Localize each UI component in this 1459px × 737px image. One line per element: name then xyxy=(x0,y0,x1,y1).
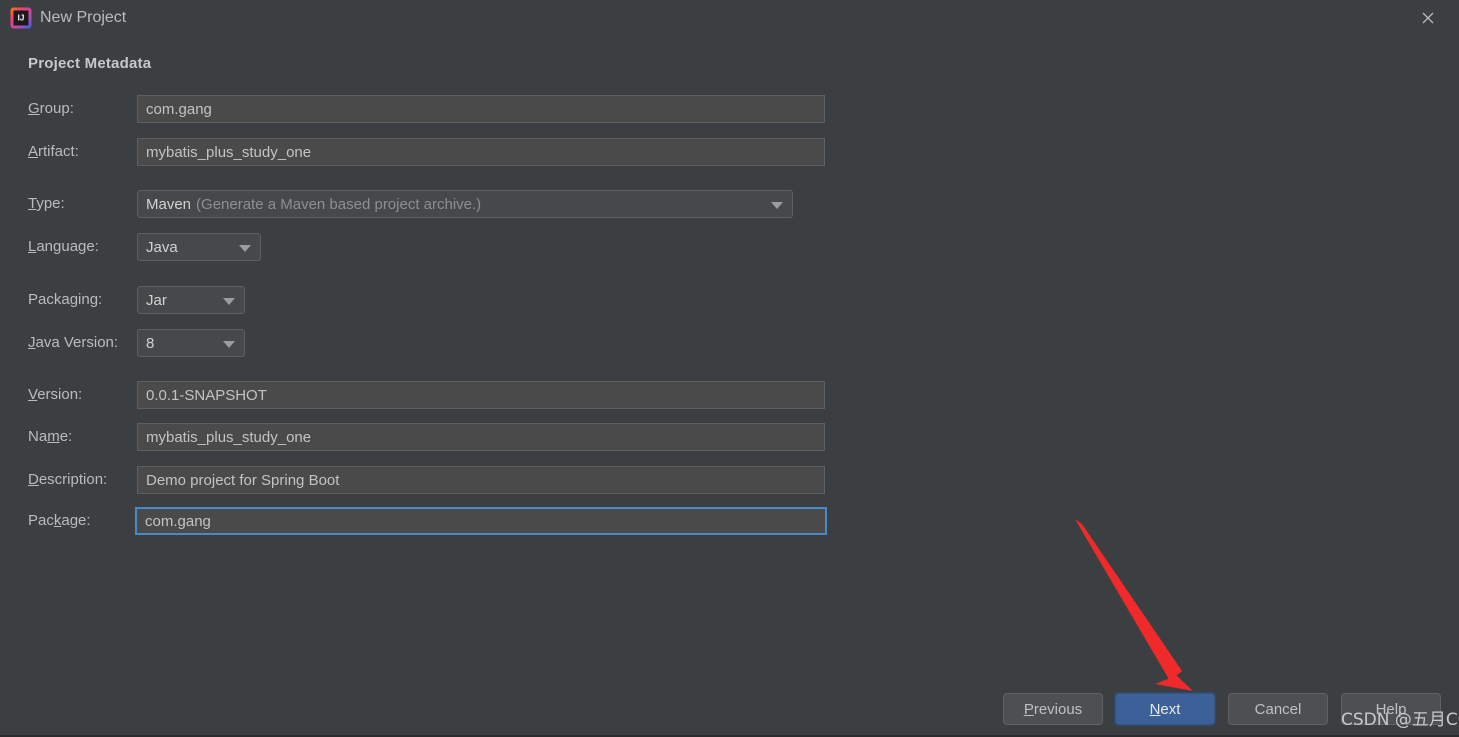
type-label: Type: xyxy=(28,195,65,212)
chevron-down-icon[interactable] xyxy=(239,245,251,252)
package-input[interactable]: com.gang xyxy=(135,507,827,535)
packaging-dropdown-value: Jar xyxy=(146,291,167,309)
new-project-dialog: IJ New Project Project Metadata Group: co… xyxy=(0,0,1459,737)
cancel-button-label: Cancel xyxy=(1254,700,1302,718)
intellij-idea-logo-icon: IJ xyxy=(10,7,32,29)
artifact-input[interactable]: mybatis_plus_study_one xyxy=(137,138,825,166)
red-arrow-annotation xyxy=(1075,519,1193,691)
next-button-label: Next xyxy=(1149,700,1181,718)
help-button-label: Help xyxy=(1375,700,1407,718)
java-version-dropdown[interactable]: 8 xyxy=(137,329,245,357)
close-icon[interactable] xyxy=(1405,0,1451,36)
java-version-label: Java Version: xyxy=(28,334,119,351)
java-version-dropdown-value: 8 xyxy=(146,334,155,352)
language-dropdown[interactable]: Java xyxy=(137,233,261,261)
cancel-button[interactable]: Cancel xyxy=(1228,693,1328,725)
name-label: Name: xyxy=(28,428,73,445)
chevron-down-icon[interactable] xyxy=(223,298,235,305)
type-dropdown-hint: (Generate a Maven based project archive.… xyxy=(196,195,482,213)
next-button[interactable]: Next xyxy=(1115,693,1215,725)
window-title: New Project xyxy=(40,9,127,26)
description-input[interactable]: Demo project for Spring Boot xyxy=(137,466,825,494)
previous-button[interactable]: Previous xyxy=(1003,693,1103,725)
group-input[interactable]: com.gang xyxy=(137,95,825,123)
language-dropdown-value: Java xyxy=(146,238,178,256)
previous-button-label: Previous xyxy=(1023,700,1083,718)
version-input[interactable]: 0.0.1-SNAPSHOT xyxy=(137,381,825,409)
chevron-down-icon[interactable] xyxy=(771,202,783,209)
language-label: Language: xyxy=(28,238,99,255)
type-dropdown[interactable]: Maven (Generate a Maven based project arc… xyxy=(137,190,793,218)
help-button[interactable]: Help xyxy=(1341,693,1441,725)
description-label: Description: xyxy=(28,471,108,488)
version-label: Version: xyxy=(28,386,83,403)
title-bar: IJ New Project xyxy=(0,0,1459,36)
svg-text:IJ: IJ xyxy=(18,14,25,23)
packaging-dropdown[interactable]: Jar xyxy=(137,286,245,314)
page-title: Project Metadata xyxy=(28,55,152,72)
name-input[interactable]: mybatis_plus_study_one xyxy=(137,423,825,451)
artifact-label: Artifact: xyxy=(28,143,79,160)
packaging-label: Packaging: xyxy=(28,291,103,308)
type-dropdown-value: Maven xyxy=(146,195,192,213)
package-label: Package: xyxy=(28,512,91,529)
group-label: Group: xyxy=(28,100,74,117)
chevron-down-icon[interactable] xyxy=(223,341,235,348)
